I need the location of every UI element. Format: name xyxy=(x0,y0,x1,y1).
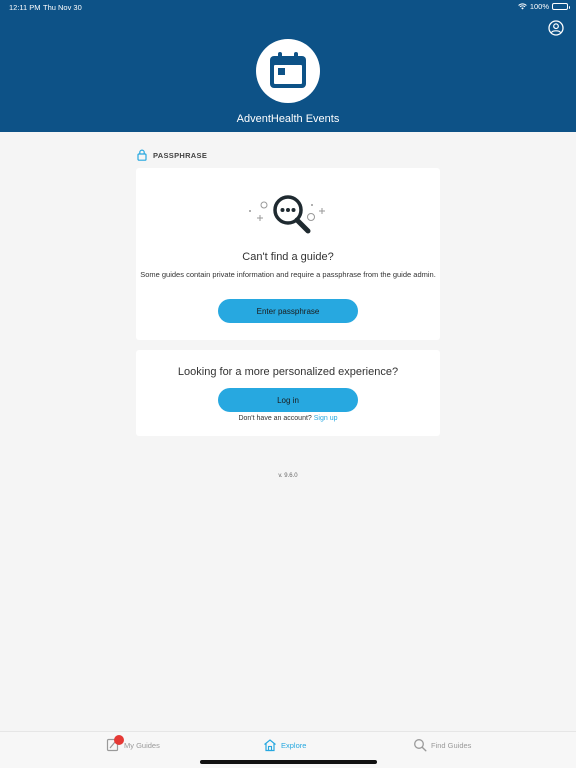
home-indicator xyxy=(200,760,377,764)
tab-label: My Guides xyxy=(124,740,160,750)
section-label-text: PASSPHRASE xyxy=(153,150,208,160)
lock-icon xyxy=(137,149,147,161)
sign-up-link[interactable]: Sign up xyxy=(314,415,338,422)
battery-percent: 100% xyxy=(529,2,549,11)
signup-prompt: Don't have an account? xyxy=(238,415,312,422)
wifi-icon xyxy=(518,3,527,10)
home-icon xyxy=(264,739,276,752)
app-logo xyxy=(256,39,320,103)
app-header: 12:11 PM Thu Nov 30 100% AdventHealth Ev… xyxy=(0,0,576,132)
passphrase-section-label: PASSPHRASE xyxy=(137,149,207,161)
signup-line: Don't have an account? Sign up xyxy=(136,415,440,422)
search-icon xyxy=(249,195,325,234)
passphrase-card-title: Can't find a guide? xyxy=(242,251,334,263)
status-bar: 12:11 PM Thu Nov 30 100% xyxy=(0,0,576,14)
status-indicators: 100% xyxy=(518,2,570,11)
enter-passphrase-button[interactable]: Enter passphrase xyxy=(218,299,358,323)
app-version: v. 9.6.0 xyxy=(278,473,298,479)
calendar-icon xyxy=(270,52,306,88)
user-circle-icon[interactable] xyxy=(548,20,564,36)
tab-label: Explore xyxy=(281,740,307,750)
passphrase-card-description: Some guides contain private information … xyxy=(140,270,436,279)
login-card-title: Looking for a more personalized experien… xyxy=(177,366,399,378)
tab-find-guides[interactable]: Find Guides xyxy=(413,738,471,752)
battery-icon xyxy=(552,3,570,10)
status-date: Thu Nov 30 xyxy=(43,3,82,12)
log-in-button[interactable]: Log in xyxy=(218,388,358,412)
search-icon xyxy=(414,739,427,752)
notification-badge xyxy=(114,735,124,745)
tab-my-guides[interactable]: My Guides xyxy=(106,735,160,752)
status-time: 12:11 PM xyxy=(9,3,41,12)
app-title: AdventHealth Events xyxy=(236,113,340,125)
tab-explore[interactable]: Explore xyxy=(263,738,306,752)
login-card: Looking for a more personalized experien… xyxy=(136,350,440,436)
tab-label: Find Guides xyxy=(431,740,472,750)
